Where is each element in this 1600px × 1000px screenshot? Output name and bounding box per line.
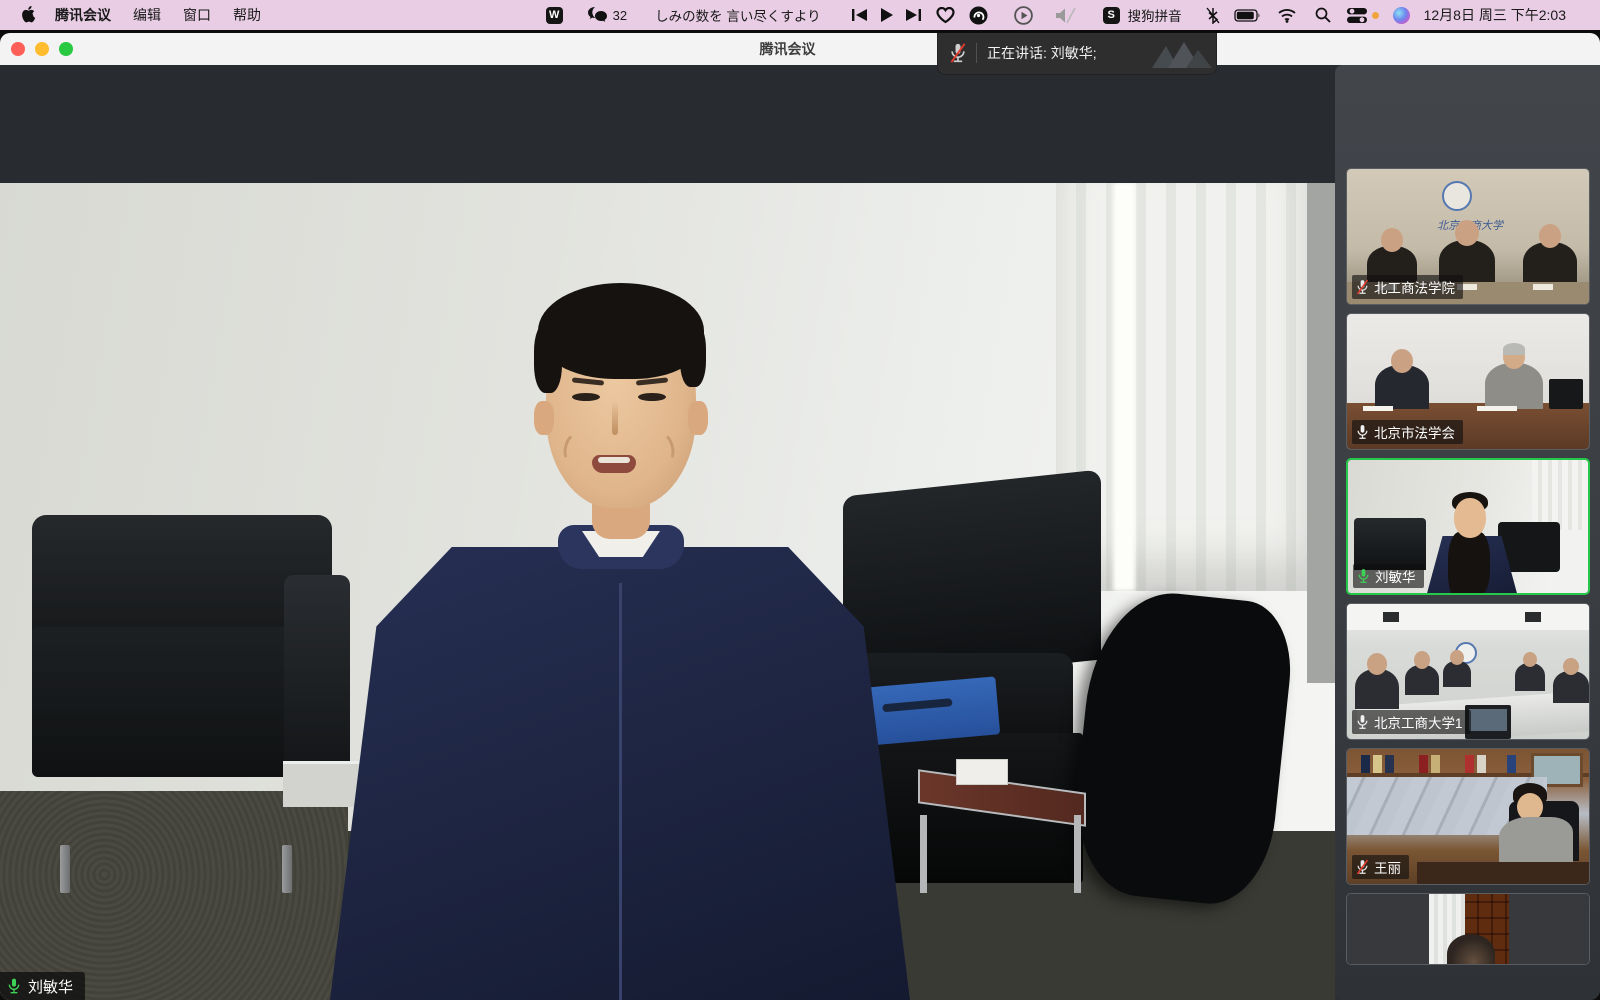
control-center-icon[interactable] bbox=[1347, 0, 1379, 30]
participant-tile-active[interactable]: 刘敏华 bbox=[1346, 458, 1590, 595]
wooden-side-table bbox=[918, 781, 1086, 893]
participant-tile[interactable]: 王丽 bbox=[1346, 748, 1590, 885]
speaker-person bbox=[320, 283, 920, 1000]
menu-app-name[interactable]: 腾讯会议 bbox=[44, 0, 122, 30]
participant-video bbox=[1347, 894, 1589, 964]
participant-name: 刘敏华 bbox=[1375, 566, 1416, 586]
window-title: 腾讯会议 bbox=[0, 39, 1575, 59]
participant-name: 北京工商大学1 bbox=[1374, 712, 1463, 732]
sogou-label: 搜狗拼音 bbox=[1128, 0, 1182, 30]
muted-mic-icon bbox=[1355, 278, 1370, 296]
music-app-icon[interactable] bbox=[969, 0, 988, 30]
skip-forward-icon[interactable] bbox=[905, 0, 922, 30]
university-logo bbox=[1442, 181, 1472, 211]
participant-tile[interactable]: 北京工商大学 北工商法学院 bbox=[1346, 168, 1590, 305]
spotlight-search-icon[interactable] bbox=[1315, 0, 1331, 30]
now-playing-text: しみの数を 言い尽くすより bbox=[655, 0, 820, 30]
window-titlebar[interactable]: 腾讯会议 bbox=[0, 33, 1600, 65]
curtain-light bbox=[1113, 183, 1135, 591]
tencent-meeting-window: 腾讯会议 正在讲话: 刘敏华; bbox=[0, 33, 1600, 1000]
speaking-mic-icon bbox=[6, 976, 22, 996]
apple-icon bbox=[22, 6, 37, 24]
muted-mic-icon bbox=[1355, 858, 1370, 876]
main-speaker-video bbox=[0, 183, 1335, 1000]
participant-name: 北京市法学会 bbox=[1374, 422, 1455, 442]
participant-tile[interactable]: 北京工商大学1 bbox=[1346, 603, 1590, 740]
wechat-icon bbox=[587, 6, 608, 24]
play-circle-icon[interactable] bbox=[1014, 0, 1033, 30]
menu-help[interactable]: 帮助 bbox=[222, 0, 272, 30]
menubar-datetime[interactable]: 12月8日 周三 下午2:03 bbox=[1424, 0, 1566, 30]
favorite-heart-icon[interactable] bbox=[936, 0, 955, 30]
wps-icon[interactable]: W bbox=[546, 7, 563, 24]
skip-back-icon[interactable] bbox=[851, 0, 868, 30]
bluetooth-off-icon[interactable] bbox=[1206, 0, 1220, 30]
mic-on-icon bbox=[1355, 713, 1370, 731]
menu-bar: 腾讯会议 编辑 窗口 帮助 W 32 しみの数を 言い尽くすより bbox=[0, 0, 1600, 30]
play-icon[interactable] bbox=[880, 0, 893, 30]
participant-tile[interactable]: 北京市法学会 bbox=[1346, 313, 1590, 450]
banner-divider bbox=[976, 43, 977, 63]
participant-tile[interactable] bbox=[1346, 893, 1590, 965]
volume-muted-icon[interactable] bbox=[1055, 0, 1077, 30]
mic-on-icon bbox=[1355, 423, 1370, 441]
speaking-banner: 正在讲话: 刘敏华; bbox=[937, 33, 1217, 75]
apple-menu[interactable] bbox=[14, 0, 44, 30]
main-speaker-name-tag: 刘敏华 bbox=[0, 972, 85, 1000]
battery-icon[interactable] bbox=[1234, 0, 1261, 30]
speaking-banner-text: 正在讲话: 刘敏华; bbox=[987, 43, 1097, 63]
wechat-status[interactable]: 32 bbox=[587, 0, 627, 30]
wifi-icon[interactable] bbox=[1277, 0, 1297, 30]
wall-right-band bbox=[1307, 183, 1335, 683]
main-stage[interactable]: 刘敏华 bbox=[0, 65, 1335, 1000]
speaking-mic-icon bbox=[1356, 567, 1371, 585]
wechat-unread-count: 32 bbox=[613, 8, 627, 23]
siri-icon[interactable] bbox=[1393, 7, 1410, 24]
tencent-meeting-logo bbox=[1150, 38, 1214, 72]
main-speaker-name: 刘敏华 bbox=[28, 976, 73, 997]
participant-name: 北工商法学院 bbox=[1374, 277, 1455, 297]
participants-sidebar[interactable]: 北京工商大学 北工商法学院 bbox=[1335, 65, 1600, 1000]
sogou-icon[interactable]: S bbox=[1103, 7, 1120, 24]
banner-muted-mic-icon bbox=[948, 42, 968, 64]
menu-edit[interactable]: 编辑 bbox=[122, 0, 172, 30]
recording-dot bbox=[1372, 12, 1379, 19]
participant-name: 王丽 bbox=[1374, 857, 1401, 877]
menu-window[interactable]: 窗口 bbox=[172, 0, 222, 30]
